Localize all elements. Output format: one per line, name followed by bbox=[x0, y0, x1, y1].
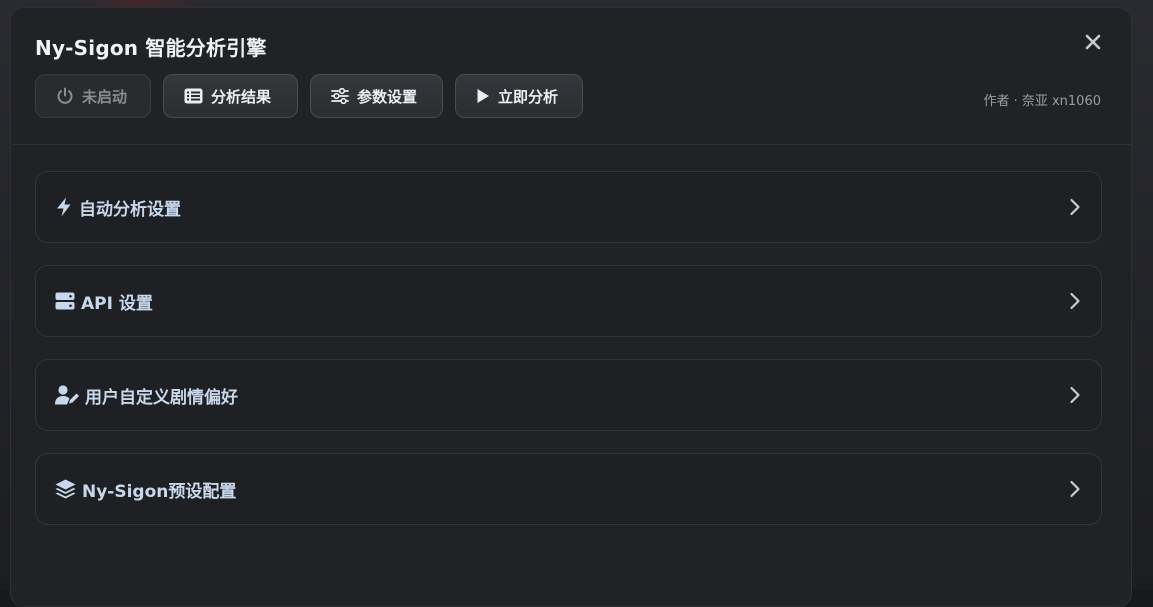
author-credit: 作者 · 奈亚 xn1060 bbox=[983, 94, 1101, 109]
results-button-label: 分析结果 bbox=[211, 87, 272, 106]
section-auto-analysis[interactable]: 自动分析设置 bbox=[35, 171, 1102, 243]
section-label: Ny-Sigon预设配置 bbox=[82, 481, 237, 502]
section-label: API 设置 bbox=[81, 293, 153, 314]
power-icon bbox=[56, 87, 74, 105]
dialog-header: Ny-Sigon 智能分析引擎 未启动 分析结果 参数设置 立即分析 作者 · … bbox=[11, 8, 1131, 145]
bolt-icon bbox=[55, 197, 73, 217]
chevron-right-icon bbox=[1069, 198, 1081, 216]
layers-icon bbox=[55, 479, 76, 499]
analysis-dialog: Ny-Sigon 智能分析引擎 未启动 分析结果 参数设置 立即分析 作者 · … bbox=[10, 7, 1132, 607]
play-icon bbox=[476, 88, 490, 104]
toolbar: 未启动 分析结果 参数设置 立即分析 bbox=[35, 74, 583, 118]
chevron-right-icon bbox=[1069, 386, 1081, 404]
section-api-settings[interactable]: API 设置 bbox=[35, 265, 1102, 337]
section-label: 自动分析设置 bbox=[79, 199, 181, 220]
status-button-label: 未启动 bbox=[82, 87, 128, 106]
chevron-right-icon bbox=[1069, 292, 1081, 310]
run-analysis-button[interactable]: 立即分析 bbox=[455, 74, 583, 118]
list-icon bbox=[184, 88, 203, 104]
sliders-icon bbox=[331, 88, 349, 104]
run-analysis-button-label: 立即分析 bbox=[498, 87, 559, 106]
settings-sections: 自动分析设置 API 设置 用户自定义剧情偏好 Ny-Sigon预设配置 bbox=[11, 145, 1131, 525]
section-label: 用户自定义剧情偏好 bbox=[85, 387, 238, 408]
close-button[interactable] bbox=[1081, 30, 1105, 54]
section-preset-config[interactable]: Ny-Sigon预设配置 bbox=[35, 453, 1102, 525]
results-button[interactable]: 分析结果 bbox=[163, 74, 298, 118]
close-icon bbox=[1085, 34, 1101, 50]
chevron-right-icon bbox=[1069, 480, 1081, 498]
section-user-preferences[interactable]: 用户自定义剧情偏好 bbox=[35, 359, 1102, 431]
dialog-title: Ny-Sigon 智能分析引擎 bbox=[35, 36, 267, 60]
user-edit-icon bbox=[55, 385, 79, 405]
status-button[interactable]: 未启动 bbox=[35, 74, 151, 118]
params-button[interactable]: 参数设置 bbox=[310, 74, 443, 118]
params-button-label: 参数设置 bbox=[357, 87, 418, 106]
server-icon bbox=[55, 292, 75, 310]
